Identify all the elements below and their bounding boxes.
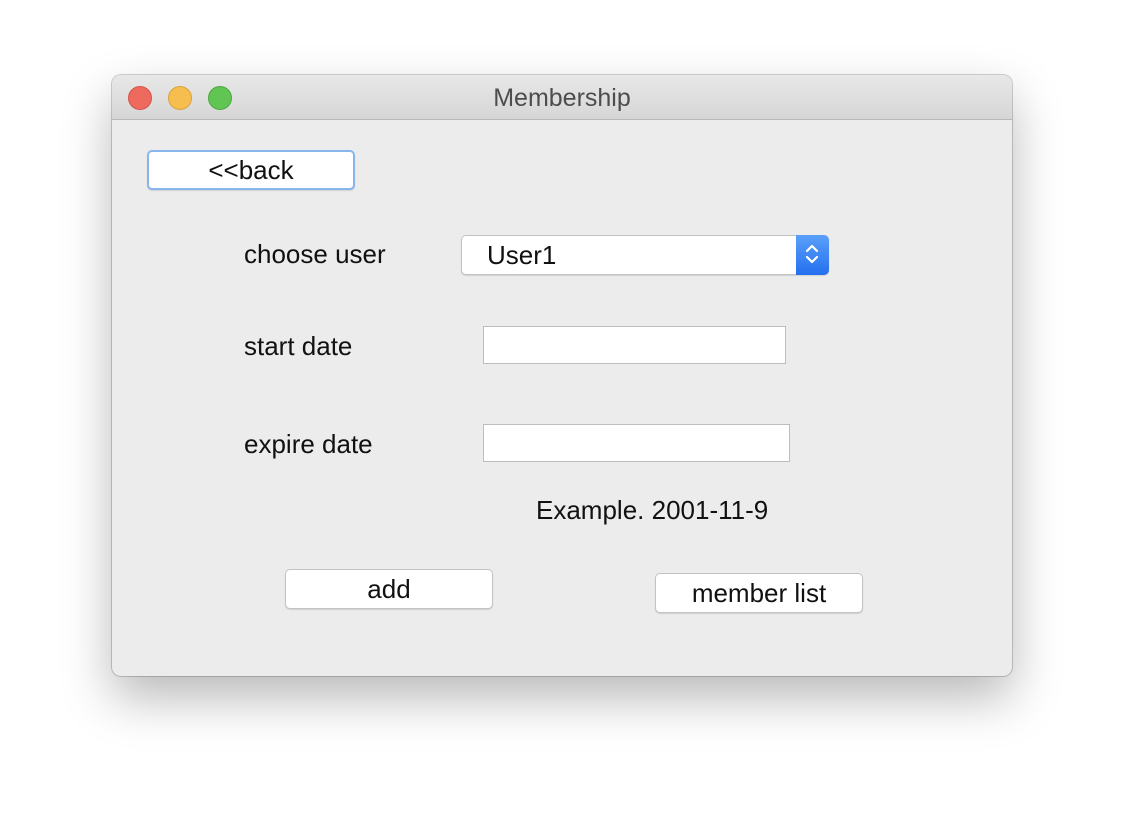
add-button[interactable]: add <box>285 569 493 609</box>
date-format-hint: Example. 2001-11-9 <box>536 495 769 525</box>
window-title: Membership <box>493 84 631 112</box>
expire-date-label: expire date <box>244 429 373 459</box>
start-date-field[interactable] <box>483 326 786 364</box>
minimize-window-button[interactable] <box>168 86 192 110</box>
user-select[interactable]: User1 <box>461 235 829 275</box>
back-button[interactable]: <<back <box>147 150 355 190</box>
title-bar[interactable]: Membership <box>112 75 1012 120</box>
zoom-window-button[interactable] <box>208 86 232 110</box>
member-list-button[interactable]: member list <box>655 573 863 613</box>
membership-window: Membership <<back choose user User1 star… <box>112 75 1012 676</box>
user-select-value: User1 <box>487 240 557 270</box>
close-window-button[interactable] <box>128 86 152 110</box>
start-date-label: start date <box>244 331 353 361</box>
select-arrows-icon <box>796 235 829 275</box>
choose-user-label: choose user <box>244 239 386 269</box>
expire-date-field[interactable] <box>483 424 790 462</box>
